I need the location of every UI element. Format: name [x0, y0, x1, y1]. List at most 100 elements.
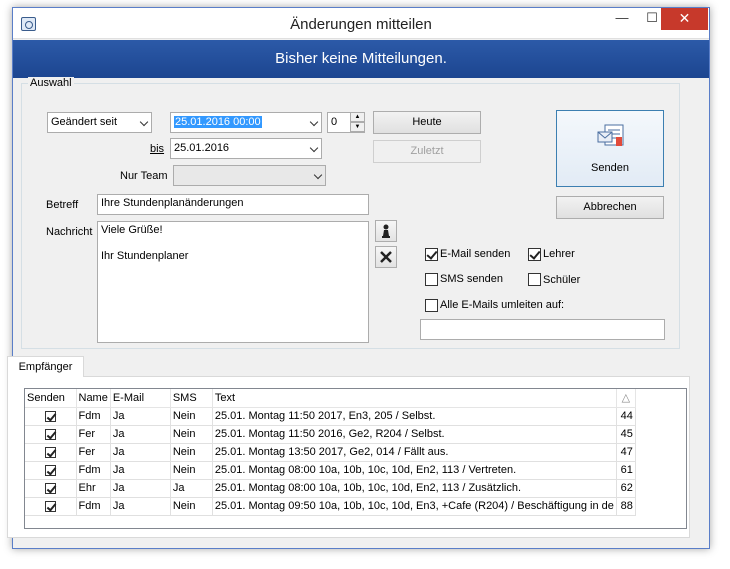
row-nr: 62: [616, 479, 636, 498]
row-senden-checkbox[interactable]: [25, 497, 77, 516]
betreff-input[interactable]: Ihre Stundenplanänderungen: [97, 194, 369, 215]
row-senden-checkbox[interactable]: [25, 461, 77, 480]
window-title: Änderungen mitteilen: [290, 16, 432, 33]
to-date-value: 25.01.2016: [174, 142, 230, 154]
col-senden[interactable]: Senden: [25, 389, 77, 408]
chevron-down-icon: [309, 143, 319, 153]
table-row[interactable]: Fdm Ja Nein 25.01. Montag 11:50 2017, En…: [25, 407, 636, 426]
chevron-down-icon: [309, 117, 319, 127]
nachricht-line-1: Viele Grüße!: [101, 224, 163, 236]
table-row[interactable]: Fdm Ja Nein 25.01. Montag 08:00 10a, 10b…: [25, 461, 636, 480]
betreff-label: Betreff: [46, 199, 79, 211]
recipients-grid: Senden Name E-Mail SMS Text △ Fdm Ja Nei…: [24, 388, 687, 529]
schueler-label: Schüler: [543, 274, 581, 286]
senden-checkbox[interactable]: [44, 428, 56, 440]
bis-label: bis: [150, 143, 165, 155]
x-icon: [380, 251, 392, 263]
to-date-picker[interactable]: 25.01.2016: [170, 138, 322, 159]
table-header-row: Senden Name E-Mail SMS Text △: [25, 389, 636, 408]
row-nr: 45: [616, 425, 636, 444]
row-text: 25.01. Montag 08:00 10a, 10b, 10c, 10d, …: [212, 479, 617, 498]
heute-button[interactable]: Heute: [373, 111, 481, 134]
row-nr: 61: [616, 461, 636, 480]
status-banner: Bisher keine Mitteilungen.: [13, 40, 709, 78]
senden-button[interactable]: Senden: [556, 110, 664, 187]
days-value: 0: [331, 116, 338, 128]
row-name: Fdm: [76, 407, 111, 426]
team-label: Nur Team: [120, 170, 168, 182]
row-email: Ja: [110, 497, 171, 516]
row-name: Ehr: [76, 479, 111, 498]
title-bar: Änderungen mitteilen — ☐ ✕: [13, 8, 709, 39]
umleiten-checkbox[interactable]: [425, 299, 438, 312]
chevron-down-icon: [313, 170, 323, 180]
senden-checkbox[interactable]: [44, 446, 56, 458]
close-button[interactable]: ✕: [661, 8, 708, 30]
team-dropdown[interactable]: [173, 165, 326, 186]
col-text[interactable]: Text: [212, 389, 617, 408]
row-senden-checkbox[interactable]: [25, 407, 77, 426]
recipients-table: Senden Name E-Mail SMS Text △ Fdm Ja Nei…: [25, 389, 636, 516]
row-text: 25.01. Montag 11:50 2016, Ge2, R204 / Se…: [212, 425, 617, 444]
row-email: Ja: [110, 479, 171, 498]
envelope-send-icon: [597, 124, 624, 146]
senden-checkbox[interactable]: [44, 500, 56, 512]
col-sms[interactable]: SMS: [170, 389, 213, 408]
senden-label: Senden: [591, 162, 629, 174]
sms-senden-label: SMS senden: [440, 273, 503, 285]
email-senden-label: E-Mail senden: [440, 248, 511, 260]
changed-since-value: Geändert seit: [51, 116, 118, 128]
col-sort[interactable]: △: [616, 389, 636, 408]
umleiten-label: Alle E-Mails umleiten auf:: [440, 299, 565, 311]
row-sms: Nein: [170, 497, 213, 516]
row-sms: Nein: [170, 461, 213, 480]
nachricht-label: Nachricht: [46, 226, 93, 238]
row-name: Fdm: [76, 497, 111, 516]
delete-button[interactable]: [375, 246, 397, 268]
table-row[interactable]: Ehr Ja Ja 25.01. Montag 08:00 10a, 10b, …: [25, 479, 636, 498]
minimize-button[interactable]: —: [608, 8, 636, 30]
row-email: Ja: [110, 461, 171, 480]
nachricht-textarea[interactable]: Viele Grüße! Ihr Stundenplaner: [97, 221, 369, 343]
stepper-down-button[interactable]: ▼: [350, 122, 365, 132]
row-senden-checkbox[interactable]: [25, 425, 77, 444]
row-name: Fer: [76, 425, 111, 444]
table-row[interactable]: Fer Ja Nein 25.01. Montag 13:50 2017, Ge…: [25, 443, 636, 462]
lehrer-label: Lehrer: [543, 248, 575, 260]
col-email[interactable]: E-Mail: [110, 389, 171, 408]
row-text: 25.01. Montag 11:50 2017, En3, 205 / Sel…: [212, 407, 617, 426]
stepper-up-button[interactable]: ▲: [350, 112, 365, 122]
placeholder-button[interactable]: [375, 220, 397, 242]
from-datetime-value: 25.01.2016 00:00: [174, 116, 262, 128]
from-datetime-picker[interactable]: 25.01.2016 00:00: [170, 112, 322, 133]
row-sms: Ja: [170, 479, 213, 498]
nachricht-line-2: Ihr Stundenplaner: [101, 250, 189, 262]
chess-pawn-icon: [382, 224, 390, 238]
lehrer-checkbox[interactable]: [528, 248, 541, 261]
senden-checkbox[interactable]: [44, 410, 56, 422]
table-row[interactable]: Fer Ja Nein 25.01. Montag 11:50 2016, Ge…: [25, 425, 636, 444]
row-text: 25.01. Montag 13:50 2017, Ge2, 014 / Fäl…: [212, 443, 617, 462]
row-email: Ja: [110, 407, 171, 426]
tab-empfaenger[interactable]: Empfänger: [7, 356, 84, 377]
row-text: 25.01. Montag 09:50 10a, 10b, 10c, 10d, …: [212, 497, 617, 516]
auswahl-legend: Auswahl: [28, 77, 74, 89]
umleiten-email-input[interactable]: [420, 319, 665, 340]
col-name[interactable]: Name: [76, 389, 111, 408]
schueler-checkbox[interactable]: [528, 273, 541, 286]
row-senden-checkbox[interactable]: [25, 443, 77, 462]
row-text: 25.01. Montag 08:00 10a, 10b, 10c, 10d, …: [212, 461, 617, 480]
senden-checkbox[interactable]: [44, 482, 56, 494]
zuletzt-button[interactable]: Zuletzt: [373, 140, 481, 163]
table-row[interactable]: Fdm Ja Nein 25.01. Montag 09:50 10a, 10b…: [25, 497, 636, 516]
sms-senden-checkbox[interactable]: [425, 273, 438, 286]
row-nr: 88: [616, 497, 636, 516]
row-nr: 44: [616, 407, 636, 426]
email-senden-checkbox[interactable]: [425, 248, 438, 261]
abbrechen-button[interactable]: Abbrechen: [556, 196, 664, 219]
changed-since-dropdown[interactable]: Geändert seit: [47, 112, 152, 133]
senden-checkbox[interactable]: [44, 464, 56, 476]
chevron-down-icon: [139, 117, 149, 127]
row-senden-checkbox[interactable]: [25, 479, 77, 498]
row-sms: Nein: [170, 443, 213, 462]
